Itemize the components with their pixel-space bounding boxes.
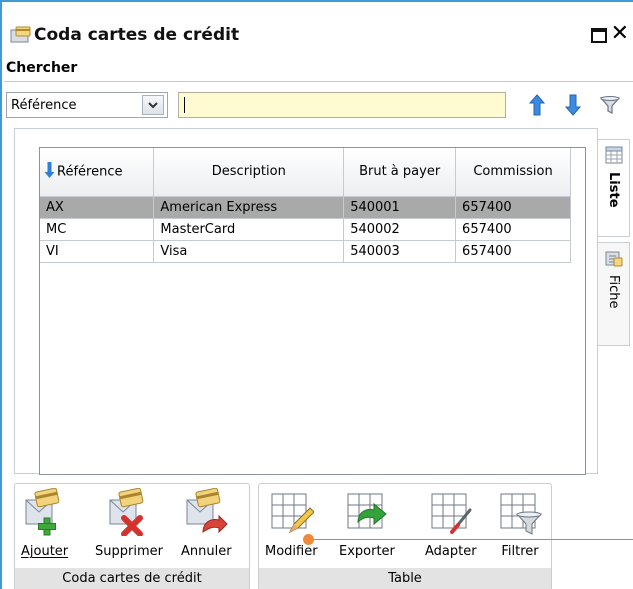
cell-commission: 657400 — [455, 196, 571, 219]
column-header-brut[interactable]: Brut à payer — [343, 148, 457, 197]
filter-icon[interactable] — [598, 93, 622, 117]
column-header-commission[interactable]: Commission — [455, 148, 571, 197]
table-adapt-icon — [428, 488, 474, 536]
records-table: Référence Description Brut à payer Commi… — [40, 148, 571, 263]
cell-brut: 540002 — [343, 218, 457, 241]
adapt-button-label: Adapter — [425, 544, 477, 559]
title-bar: Coda cartes de crédit ✕ — [10, 22, 633, 48]
cell-description: Visa — [153, 240, 345, 263]
grid-view-icon — [605, 146, 623, 164]
window-frame: Coda cartes de crédit ✕ Chercher Référen… — [0, 0, 633, 589]
window-title: Coda cartes de crédit — [34, 25, 240, 45]
maximize-button[interactable] — [591, 28, 607, 43]
close-button[interactable]: ✕ — [611, 23, 629, 45]
annotation-pointer-line — [309, 539, 633, 540]
table-filter-icon — [497, 488, 543, 536]
annotation-pointer-dot — [303, 534, 314, 545]
search-input[interactable] — [178, 92, 506, 118]
cell-reference: VI — [40, 240, 155, 263]
tab-fiche[interactable]: Fiche — [598, 242, 630, 346]
tab-liste-label: Liste — [606, 172, 621, 208]
cell-brut: 540001 — [343, 196, 457, 219]
text-caret — [184, 97, 185, 113]
ribbon-group-caption: Coda cartes de crédit — [15, 568, 249, 589]
table-row[interactable]: MC MasterCard 540002 657400 — [40, 218, 571, 241]
column-header-reference[interactable]: Référence — [40, 148, 155, 197]
arrow-down-icon[interactable] — [561, 93, 585, 117]
cell-description: MasterCard — [153, 218, 345, 241]
ribbon-group-caption: Table — [259, 568, 551, 589]
cancel-record-icon — [183, 487, 229, 536]
ribbon-group-table: Modifier Exporter Adapter Filtrer Table — [258, 483, 552, 589]
filter-button[interactable]: Filtrer — [497, 488, 543, 559]
table-row[interactable]: VI Visa 540003 657400 — [40, 240, 571, 263]
adapt-button[interactable]: Adapter — [425, 488, 477, 559]
tab-fiche-label: Fiche — [606, 275, 621, 309]
tab-liste[interactable]: Liste — [598, 139, 630, 237]
card-module-icon — [10, 26, 32, 44]
cell-commission: 657400 — [455, 218, 571, 241]
add-record-icon — [22, 487, 68, 536]
chevron-down-icon[interactable] — [142, 95, 164, 115]
data-grid[interactable]: Référence Description Brut à payer Commi… — [39, 147, 586, 475]
table-edit-icon — [268, 488, 315, 536]
table-row[interactable]: AX American Express 540001 657400 — [40, 196, 571, 219]
cancel-button[interactable]: Annuler — [181, 487, 232, 559]
add-button[interactable]: Ajouter — [21, 487, 69, 559]
export-button-label: Exporter — [339, 544, 395, 559]
cancel-button-label: Annuler — [181, 544, 232, 559]
ribbon-group-records: Ajouter Supprimer Annuler Coda cartes de… — [14, 483, 250, 589]
delete-button-label: Supprimer — [95, 544, 163, 559]
sort-descending-icon — [44, 161, 55, 183]
table-header-row: Référence Description Brut à payer Commi… — [40, 148, 571, 197]
delete-record-icon — [106, 487, 152, 537]
list-panel: Référence Description Brut à payer Commi… — [14, 128, 598, 475]
table-export-icon — [344, 488, 390, 536]
divider — [4, 81, 633, 82]
cell-reference: AX — [40, 196, 155, 219]
cell-brut: 540003 — [343, 240, 457, 263]
search-field-value: Référence — [11, 97, 77, 113]
column-header-label: Référence — [57, 164, 123, 180]
modify-button-label: Modifier — [265, 544, 318, 559]
cell-reference: MC — [40, 218, 155, 241]
cell-description: American Express — [153, 196, 345, 219]
filter-button-label: Filtrer — [501, 544, 539, 559]
modify-button[interactable]: Modifier — [265, 488, 318, 559]
cell-commission: 657400 — [455, 240, 571, 263]
delete-button[interactable]: Supprimer — [95, 487, 163, 559]
export-button[interactable]: Exporter — [339, 488, 395, 559]
arrow-up-icon[interactable] — [525, 93, 549, 117]
form-view-icon — [605, 249, 623, 267]
add-button-label: Ajouter — [21, 544, 69, 559]
search-section-label: Chercher — [6, 60, 78, 76]
search-field-select[interactable]: Référence — [6, 92, 168, 118]
column-header-description[interactable]: Description — [153, 148, 345, 197]
